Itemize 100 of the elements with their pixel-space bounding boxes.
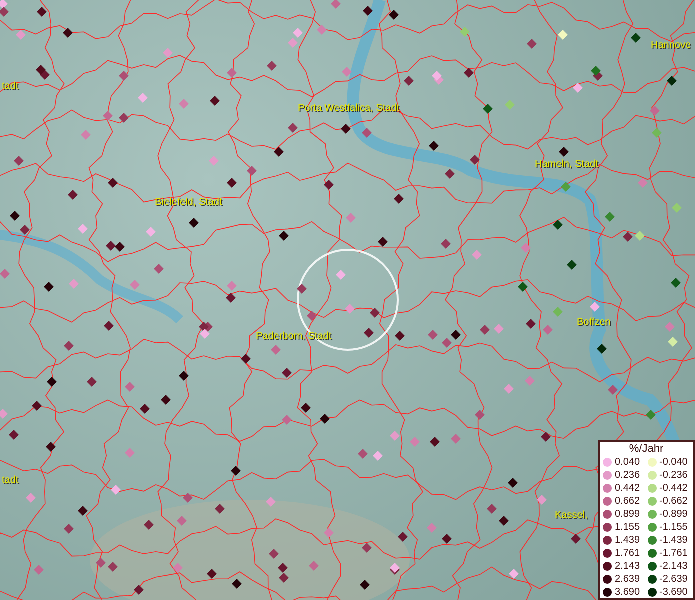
data-point xyxy=(667,76,677,86)
data-point xyxy=(398,532,408,542)
data-point xyxy=(378,237,388,247)
data-point xyxy=(646,410,656,420)
data-point xyxy=(521,243,531,253)
data-point xyxy=(324,528,334,538)
data-point xyxy=(472,250,482,260)
data-point xyxy=(395,331,405,341)
legend-value: -0.442 xyxy=(660,484,688,494)
data-point xyxy=(671,278,681,288)
data-point xyxy=(125,448,135,458)
data-point xyxy=(104,321,114,331)
data-point xyxy=(46,442,56,452)
data-point xyxy=(37,7,47,17)
data-point xyxy=(266,497,276,507)
legend-value: -0.236 xyxy=(660,470,688,480)
data-point xyxy=(432,71,442,81)
data-point xyxy=(553,307,563,317)
data-point xyxy=(505,100,515,110)
data-point xyxy=(288,123,298,133)
data-point xyxy=(32,401,42,411)
data-point xyxy=(274,147,284,157)
legend-value: -0.662 xyxy=(660,496,688,506)
data-point xyxy=(78,506,88,516)
data-point xyxy=(537,495,547,505)
data-point xyxy=(320,414,330,424)
data-point xyxy=(10,211,20,221)
data-point xyxy=(247,166,257,176)
data-point xyxy=(631,33,641,43)
data-point xyxy=(14,156,24,166)
place-label: Paderborn, Stadt xyxy=(256,332,332,342)
data-point xyxy=(69,279,79,289)
data-point xyxy=(267,61,277,71)
data-point xyxy=(394,194,404,204)
data-point xyxy=(63,28,73,38)
legend-value: 1.155 xyxy=(615,522,640,532)
data-point xyxy=(34,565,44,575)
data-point xyxy=(96,558,106,568)
data-point xyxy=(0,269,10,279)
data-point xyxy=(483,104,493,114)
data-point xyxy=(209,156,219,166)
data-point xyxy=(309,561,319,571)
data-point xyxy=(430,437,440,447)
data-point xyxy=(668,337,678,347)
data-point xyxy=(278,563,288,573)
data-point xyxy=(103,111,113,121)
data-point xyxy=(362,128,372,138)
data-point xyxy=(362,543,372,553)
data-point xyxy=(115,242,125,252)
data-point xyxy=(138,93,148,103)
data-point xyxy=(279,573,289,583)
data-point xyxy=(226,293,236,303)
legend-value: 0.236 xyxy=(615,470,640,480)
data-point xyxy=(282,415,292,425)
data-point xyxy=(111,485,121,495)
data-point xyxy=(269,549,279,559)
data-point xyxy=(108,178,118,188)
data-point xyxy=(480,325,490,335)
data-point xyxy=(390,431,400,441)
data-point xyxy=(389,10,399,20)
legend-value: -2.639 xyxy=(660,574,688,584)
data-point xyxy=(573,83,583,93)
data-point xyxy=(26,493,36,503)
legend-value: 3.690 xyxy=(615,588,640,598)
data-point xyxy=(608,385,618,395)
data-point xyxy=(78,224,88,234)
legend-value: -3.690 xyxy=(660,588,688,598)
data-point xyxy=(336,270,346,280)
legend-value: -2.143 xyxy=(660,562,688,572)
data-point xyxy=(9,430,19,440)
legend-value: 0.662 xyxy=(615,496,640,506)
data-point xyxy=(672,203,682,213)
data-point xyxy=(154,264,164,274)
data-point xyxy=(227,281,237,291)
data-point xyxy=(558,30,568,40)
data-point xyxy=(427,523,437,533)
data-point xyxy=(271,345,281,355)
data-point xyxy=(227,68,237,78)
data-point xyxy=(87,377,97,387)
data-point xyxy=(64,341,74,351)
data-point xyxy=(47,377,57,387)
data-point xyxy=(241,354,251,364)
data-point xyxy=(130,280,140,290)
data-point xyxy=(567,260,577,270)
data-point xyxy=(429,141,439,151)
data-point xyxy=(179,99,189,109)
data-point xyxy=(341,124,351,134)
data-point xyxy=(445,169,455,179)
data-point xyxy=(0,7,9,17)
data-point xyxy=(210,96,220,106)
data-point xyxy=(232,579,242,589)
place-label: Kassel, xyxy=(555,511,588,521)
data-point xyxy=(553,220,563,230)
legend-value: -1.439 xyxy=(660,536,688,546)
data-point xyxy=(279,231,289,241)
data-point xyxy=(231,466,241,476)
legend-value: 0.899 xyxy=(615,510,640,520)
data-point xyxy=(460,27,470,37)
data-point xyxy=(297,284,307,294)
data-point xyxy=(200,329,210,339)
